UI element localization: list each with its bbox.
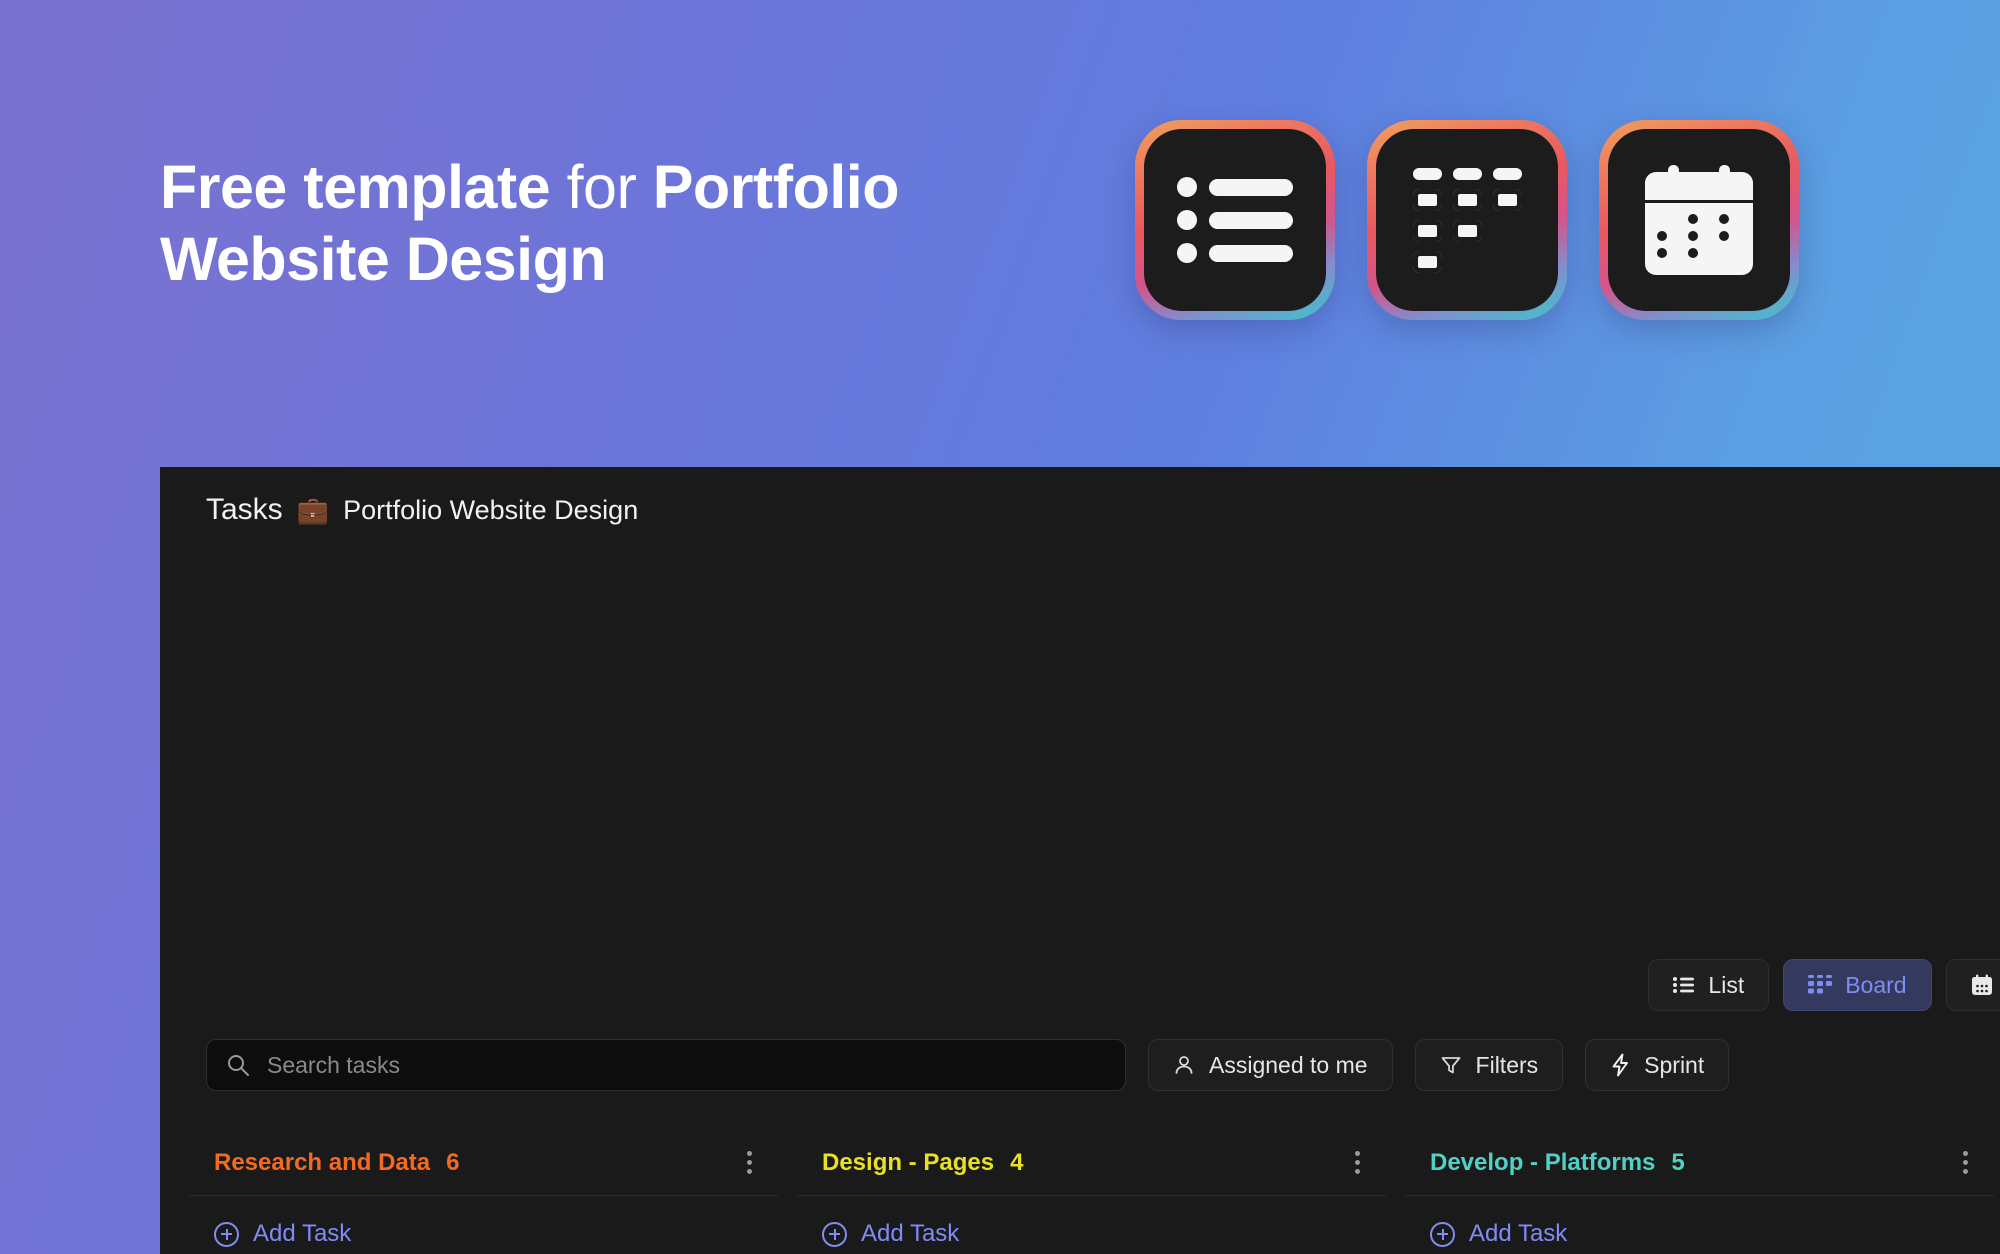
plus-circle-icon xyxy=(822,1221,847,1247)
column-menu-icon[interactable] xyxy=(1355,1151,1360,1174)
filters-button[interactable]: Filters xyxy=(1414,1039,1564,1091)
search-box[interactable] xyxy=(206,1039,1126,1091)
column-count: 6 xyxy=(446,1148,460,1176)
column-title: Develop - Platforms xyxy=(1430,1148,1656,1176)
column-menu-icon[interactable] xyxy=(747,1151,752,1174)
tab-calendar[interactable]: Ca xyxy=(1945,959,2000,1011)
column-header: Design - Pages 4 xyxy=(796,1130,1386,1196)
list-icon xyxy=(1673,976,1695,994)
tab-list-label: List xyxy=(1708,971,1745,998)
filter-bar: Assigned to me Filters Sprint xyxy=(206,1039,1730,1091)
add-task-label: Add Task xyxy=(861,1220,960,1247)
task-board-app: Tasks 💼 Portfolio Website Design List Bo… xyxy=(160,467,2000,1254)
page-title: Tasks xyxy=(206,493,283,526)
hero-icon-row xyxy=(1135,120,1799,320)
search-icon xyxy=(225,1052,251,1078)
add-task-label: Add Task xyxy=(1469,1220,1568,1247)
tab-list[interactable]: List xyxy=(1648,959,1770,1011)
column-header: Develop - Platforms 5 xyxy=(1404,1130,1994,1196)
list-glyph xyxy=(1177,177,1293,263)
assigned-to-me-button[interactable]: Assigned to me xyxy=(1148,1039,1393,1091)
assigned-to-me-label: Assigned to me xyxy=(1209,1051,1368,1078)
headline-regular: for xyxy=(550,153,653,221)
plus-circle-icon xyxy=(1430,1221,1455,1247)
briefcase-icon: 💼 xyxy=(296,495,330,525)
column-title: Design - Pages xyxy=(822,1148,995,1176)
sprint-label: Sprint xyxy=(1644,1051,1705,1078)
column-header: Research and Data 6 xyxy=(188,1130,778,1196)
add-task-button[interactable]: Add Task xyxy=(1404,1196,1994,1254)
board-column: Design - Pages4Add Task5HomeMedium0No as… xyxy=(796,1130,1386,1254)
lightning-icon xyxy=(1610,1053,1630,1077)
column-menu-icon[interactable] xyxy=(1963,1151,1968,1174)
column-count: 4 xyxy=(1010,1148,1024,1176)
board-glyph xyxy=(1412,167,1522,273)
kanban-board: Research and Data6Add Task4Find your aud… xyxy=(188,1130,1994,1254)
sprint-button[interactable]: Sprint xyxy=(1585,1039,1730,1091)
tab-board[interactable]: Board xyxy=(1783,959,1932,1011)
add-task-button[interactable]: Add Task xyxy=(796,1196,1386,1254)
add-task-label: Add Task xyxy=(253,1220,352,1247)
calendar-icon xyxy=(1971,974,1993,996)
app-header: Tasks 💼 Portfolio Website Design xyxy=(160,467,2000,527)
board-column: Develop - Platforms5Add Task1Webflow - C… xyxy=(1404,1130,1994,1254)
column-title: Research and Data xyxy=(214,1148,431,1176)
board-view-icon xyxy=(1367,120,1567,320)
project-name: Portfolio Website Design xyxy=(343,494,639,525)
hero-banner: Free template for Portfolio Website Desi… xyxy=(0,0,2000,470)
calendar-glyph xyxy=(1645,165,1753,275)
column-count: 5 xyxy=(1671,1148,1685,1176)
hero-headline: Free template for Portfolio Website Desi… xyxy=(160,152,1120,296)
funnel-icon xyxy=(1440,1054,1462,1076)
calendar-view-icon xyxy=(1599,120,1799,320)
filters-label: Filters xyxy=(1475,1051,1539,1078)
search-input[interactable] xyxy=(267,1051,1107,1079)
tab-board-label: Board xyxy=(1845,971,1907,998)
person-icon xyxy=(1173,1054,1195,1076)
view-toggle-group: List Board Ca xyxy=(1648,959,2000,1011)
add-task-button[interactable]: Add Task xyxy=(188,1196,778,1254)
board-icon xyxy=(1808,975,1833,995)
headline-bold-1: Free template xyxy=(160,153,551,221)
list-view-icon xyxy=(1135,120,1335,320)
board-column: Research and Data6Add Task4Find your aud… xyxy=(188,1130,778,1254)
plus-circle-icon xyxy=(214,1221,239,1247)
